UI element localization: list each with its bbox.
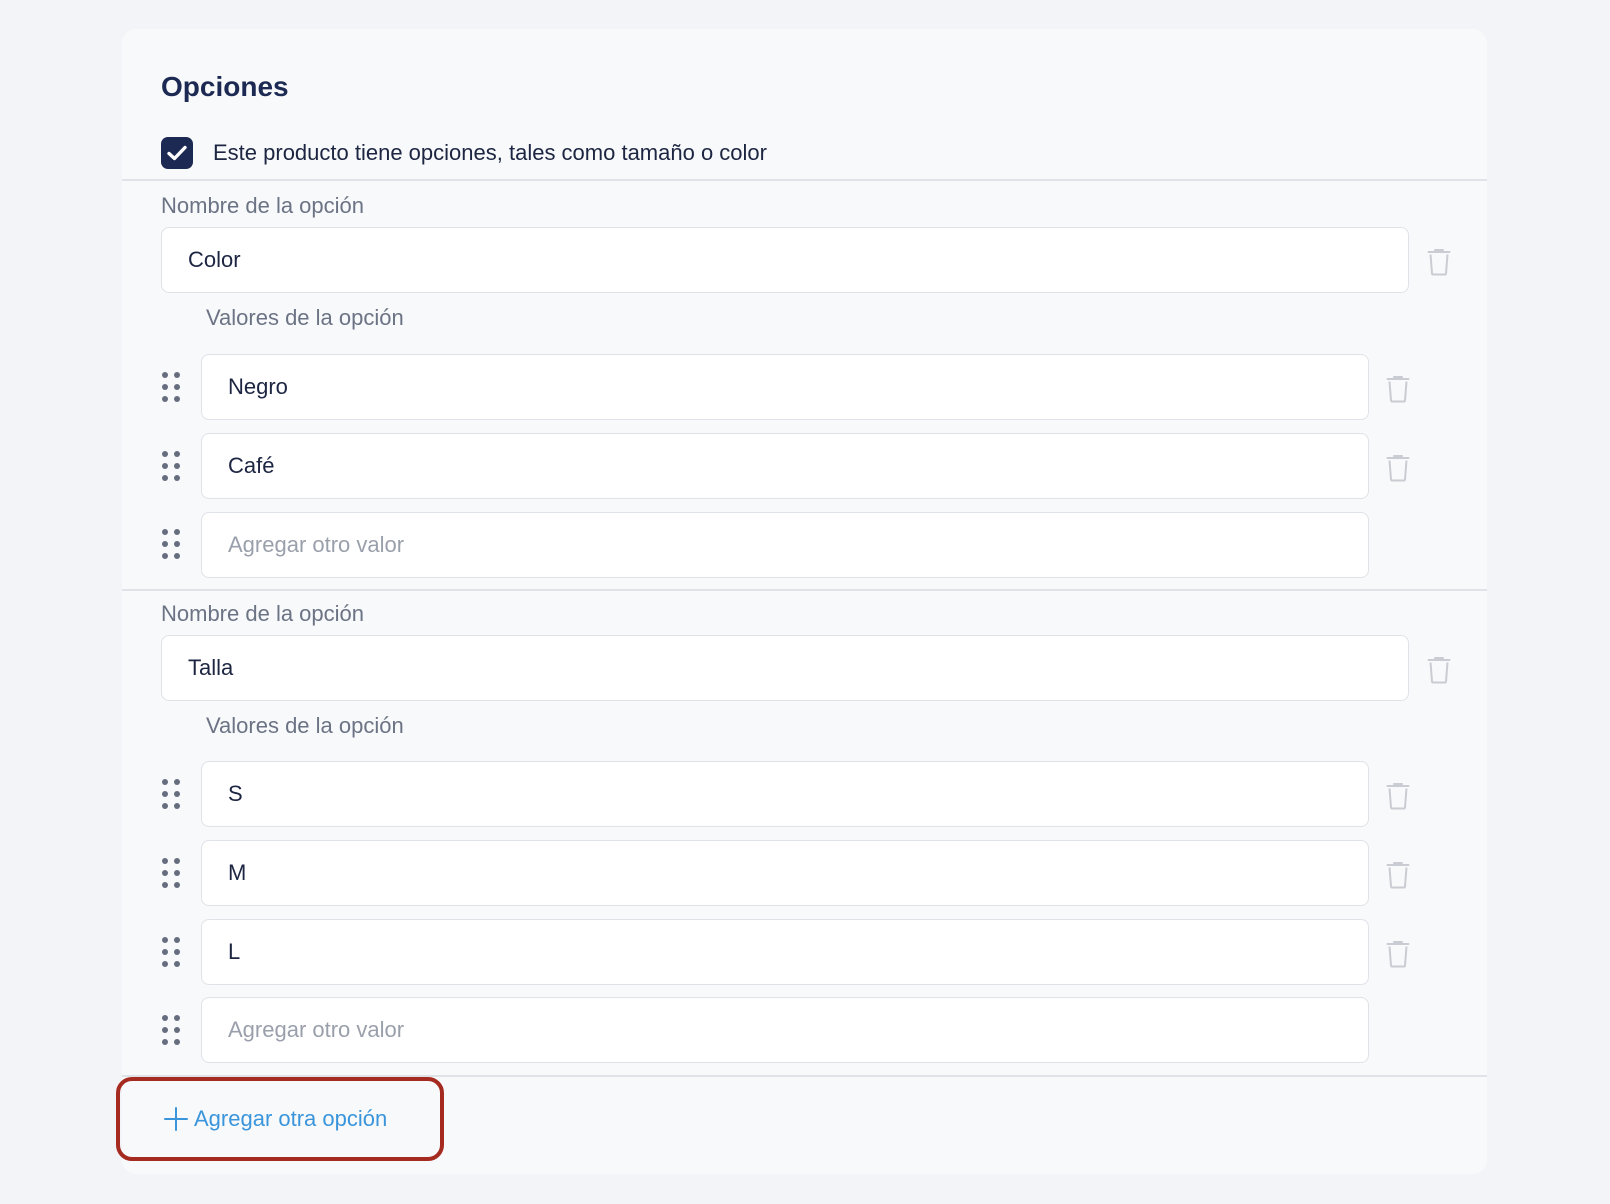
section-title: Opciones [161,71,289,102]
option-value-input[interactable]: Café [201,433,1369,499]
divider [122,589,1487,591]
option-value-input[interactable]: M [201,840,1369,906]
drag-handle-icon[interactable] [162,779,182,809]
checkmark-icon [167,145,187,161]
trash-icon[interactable] [1427,656,1451,684]
trash-icon[interactable] [1386,375,1410,403]
has-options-row[interactable]: Este producto tiene opciones, tales como… [161,137,767,169]
trash-icon[interactable] [1386,782,1410,810]
option-value-input[interactable]: L [201,919,1369,985]
trash-icon[interactable] [1386,454,1410,482]
trash-icon[interactable] [1386,940,1410,968]
has-options-checkbox[interactable] [161,137,193,169]
drag-handle-icon[interactable] [162,1015,182,1045]
drag-handle-icon[interactable] [162,858,182,888]
add-option-button[interactable]: Agregar otra opción [116,1077,444,1161]
option-name-label: Nombre de la opción [161,193,365,218]
drag-handle-icon[interactable] [162,937,182,967]
option-name-input[interactable]: Talla [161,635,1409,701]
has-options-label: Este producto tiene opciones, tales como… [213,140,767,165]
option-value-input[interactable]: Negro [201,354,1369,420]
option-values-label: Valores de la opción [206,713,404,738]
option-name-label: Nombre de la opción [161,601,365,626]
add-option-label: Agregar otra opción [194,1106,388,1131]
option-values-label: Valores de la opción [206,305,404,330]
divider [122,179,1487,181]
drag-handle-icon[interactable] [162,451,182,481]
drag-handle-icon[interactable] [162,529,182,559]
plus-icon [164,1107,188,1131]
trash-icon[interactable] [1386,861,1410,889]
new-value-input[interactable]: Agregar otro valor [201,997,1369,1063]
trash-icon[interactable] [1427,248,1451,276]
option-name-input[interactable]: Color [161,227,1409,293]
new-value-input[interactable]: Agregar otro valor [201,512,1369,578]
option-value-input[interactable]: S [201,761,1369,827]
drag-handle-icon[interactable] [162,372,182,402]
options-card: Opciones Este producto tiene opciones, t… [116,29,1487,1174]
